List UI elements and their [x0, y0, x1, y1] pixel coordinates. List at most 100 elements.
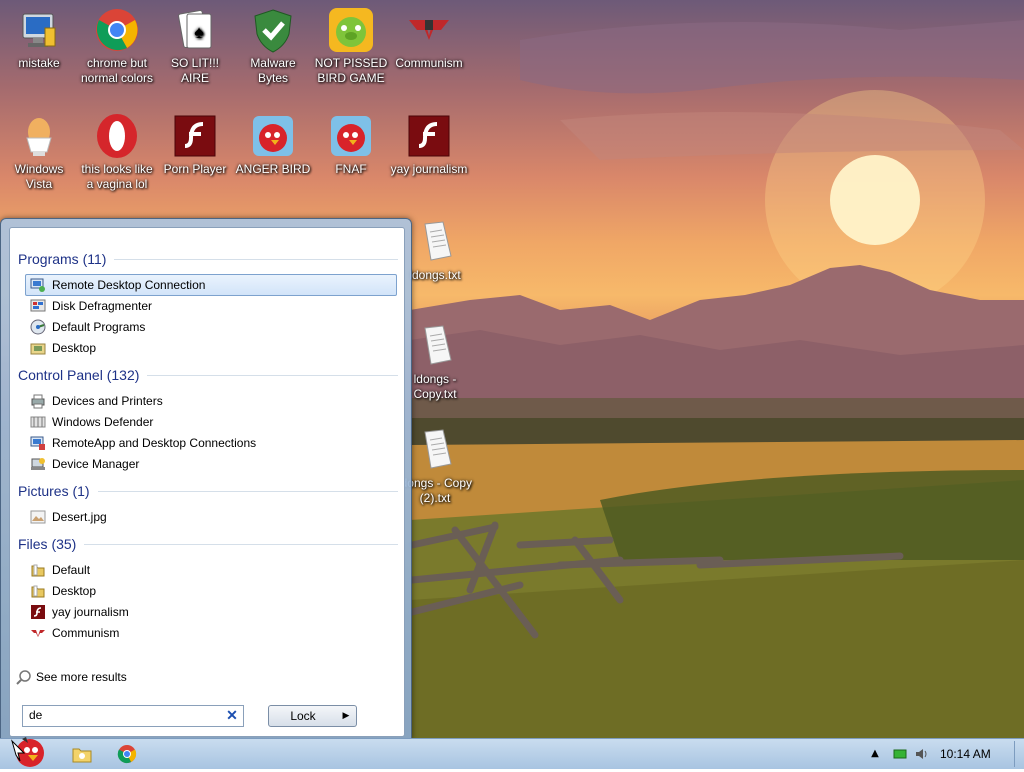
desktop-icon-porn-player[interactable]: Porn Player — [156, 112, 234, 177]
text-file-icon — [411, 218, 459, 266]
result-label: Default Programs — [52, 320, 146, 334]
result-file-default[interactable]: Default — [26, 560, 380, 580]
result-label: Communism — [52, 626, 120, 640]
result-devices-and-printers[interactable]: Devices and Printers — [26, 391, 380, 411]
remoteapp-icon — [30, 435, 46, 451]
taskbar: ▲ 10:14 AM — [0, 737, 1024, 769]
result-label: Devices and Printers — [52, 394, 163, 408]
result-label: Remote Desktop Connection — [52, 278, 206, 292]
defender-icon — [30, 414, 46, 430]
text-file-icon — [411, 426, 459, 474]
image-file-icon — [30, 509, 46, 525]
red-emblem-icon — [30, 625, 46, 641]
result-label: Disk Defragmenter — [52, 299, 153, 313]
red-bird-icon — [249, 112, 297, 160]
defrag-icon — [30, 298, 46, 314]
result-desktop[interactable]: Desktop — [26, 338, 380, 358]
group-header-pictures: Pictures (1) — [18, 482, 398, 500]
desktop-icon-label: Communism — [395, 56, 463, 70]
start-search-box[interactable]: ✕ — [22, 705, 244, 727]
green-pig-icon — [327, 6, 375, 54]
see-more-label: See more results — [36, 670, 127, 684]
svg-text:♠: ♠ — [194, 22, 204, 42]
network-status-icon[interactable] — [893, 747, 907, 761]
desktop-folder-icon — [30, 340, 46, 356]
angry-bird-start-icon — [10, 737, 44, 767]
desktop-icon-communism[interactable]: Communism — [390, 6, 468, 71]
start-button[interactable] — [8, 733, 48, 769]
result-windows-defender[interactable]: Windows Defender — [26, 412, 380, 432]
result-desert-jpg[interactable]: Desert.jpg — [26, 507, 380, 527]
default-programs-icon — [30, 319, 46, 335]
result-label: RemoteApp and Desktop Connections — [52, 436, 257, 450]
shutdown-options-arrow-icon[interactable]: ▶ — [336, 705, 357, 727]
desktop-icon-fnaf[interactable]: FNAF — [312, 112, 390, 177]
start-search-input[interactable] — [23, 706, 219, 724]
group-title: Pictures (1) — [18, 483, 90, 499]
show-desktop-button[interactable] — [1014, 741, 1024, 767]
group-header-control-panel: Control Panel (132) — [18, 366, 398, 384]
search-results-pane: Programs (11) Remote Desktop Connection … — [9, 227, 405, 737]
chrome-icon[interactable] — [115, 742, 139, 766]
folder-icon — [30, 583, 46, 599]
desktop-icon-label: yay journalism — [390, 162, 468, 176]
volume-icon[interactable] — [914, 747, 928, 761]
group-header-files: Files (35) — [18, 535, 398, 553]
desktop-icon-label: Porn Player — [163, 162, 227, 176]
remote-desktop-icon — [30, 277, 46, 293]
result-remoteapp[interactable]: RemoteApp and Desktop Connections — [26, 433, 380, 453]
result-label: Desktop — [52, 584, 97, 598]
group-title: Files (35) — [18, 536, 77, 552]
result-file-communism[interactable]: Communism — [26, 623, 380, 643]
result-label: Device Manager — [52, 457, 140, 471]
device-manager-icon — [30, 456, 46, 472]
result-default-programs[interactable]: Default Programs — [26, 317, 380, 337]
desktop-icon-label: this looks like a vagina lol — [81, 162, 153, 191]
group-header-programs: Programs (11) — [18, 250, 398, 268]
result-remote-desktop-connection[interactable]: Remote Desktop Connection — [25, 274, 397, 296]
desktop-icon-label: mistake — [18, 56, 60, 70]
desktop-icon-label: SO LIT!!! AIRE — [170, 56, 219, 85]
result-file-desktop[interactable]: Desktop — [26, 581, 380, 601]
clear-search-icon[interactable]: ✕ — [225, 708, 239, 722]
desktop-icon-solitaire[interactable]: ♠ SO LIT!!! AIRE — [156, 6, 234, 86]
desktop-icon-chrome[interactable]: chrome but normal colors — [78, 6, 156, 86]
result-label: Desert.jpg — [52, 510, 107, 524]
result-label: yay journalism — [52, 605, 129, 619]
see-more-results-link[interactable]: See more results — [16, 668, 127, 686]
desktop-icon-label: FNAF — [335, 162, 367, 176]
lock-button[interactable]: Lock — [268, 705, 338, 727]
desktop-icon-mistake[interactable]: mistake — [0, 6, 78, 71]
shield-check-icon — [249, 6, 297, 54]
group-title: Control Panel (132) — [18, 367, 140, 383]
flash-player-icon — [405, 112, 453, 160]
desktop-icon-anger-bird[interactable]: ANGER BIRD — [234, 112, 312, 177]
result-label: Windows Defender — [52, 415, 154, 429]
show-hidden-icons-arrow-icon[interactable]: ▲ — [868, 747, 882, 761]
explorer-folder-icon[interactable] — [70, 742, 94, 766]
result-device-manager[interactable]: Device Manager — [26, 454, 380, 474]
opera-icon — [93, 112, 141, 160]
desktop-icon-label: ANGER BIRD — [235, 162, 311, 176]
desktop-icon-label: chrome but normal colors — [80, 56, 154, 85]
folder-icon — [30, 562, 46, 578]
desktop-icon-opera[interactable]: this looks like a vagina lol — [78, 112, 156, 192]
desktop-icon-windows-vista[interactable]: Windows Vista — [0, 112, 78, 192]
desktop-icon-label: NOT PISSED BIRD GAME — [314, 56, 388, 85]
desktop-icon-pig-game[interactable]: NOT PISSED BIRD GAME — [312, 6, 390, 86]
red-emblem-icon — [405, 6, 453, 54]
egg-cup-icon — [15, 112, 63, 160]
search-magnifier-icon — [16, 669, 32, 685]
computer-display-icon — [15, 6, 63, 54]
result-disk-defragmenter[interactable]: Disk Defragmenter — [26, 296, 380, 316]
desktop-icon-malwarebytes[interactable]: Malware Bytes — [234, 6, 312, 86]
start-menu: Programs (11) Remote Desktop Connection … — [0, 218, 412, 740]
printer-icon — [30, 393, 46, 409]
desktop-icon-yay-journalism[interactable]: yay journalism — [390, 112, 468, 177]
taskbar-clock[interactable]: 10:14 AM — [940, 739, 991, 769]
flash-player-icon — [171, 112, 219, 160]
result-file-yay-journalism[interactable]: yay journalism — [26, 602, 380, 622]
desktop-icon-label: Windows Vista — [14, 162, 64, 191]
result-label: Default — [52, 563, 91, 577]
chrome-icon — [93, 6, 141, 54]
